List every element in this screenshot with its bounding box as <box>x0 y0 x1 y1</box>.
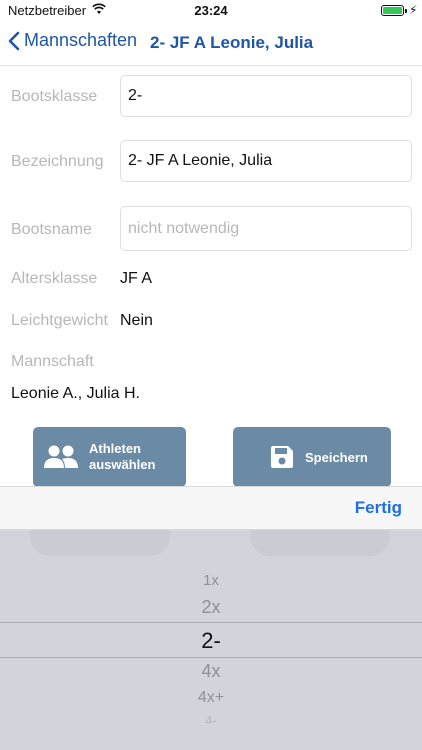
page-title: 2- JF A Leonie, Julia <box>150 33 314 52</box>
bootsklasse-field[interactable]: 2- <box>120 75 412 117</box>
picker-option[interactable]: 4x <box>0 661 422 682</box>
leichtgewicht-value: Nein <box>120 312 153 329</box>
back-button[interactable]: Mannschaften <box>8 30 137 51</box>
mannschaft-value: Leonie A., Julia H. <box>11 385 140 402</box>
bezeichnung-field[interactable]: 2- JF A Leonie, Julia <box>120 140 412 182</box>
charging-bolt-icon: ⚡ <box>409 3 418 17</box>
altersklasse-value: JF A <box>120 270 153 287</box>
picker-blur-shape <box>250 530 390 556</box>
picker-option[interactable]: 4x+ <box>0 689 422 707</box>
picker-blur-shape <box>30 530 170 556</box>
boat-class-picker[interactable]: 1x 2x 2- 4x 4x+ 4- <box>0 530 422 750</box>
clock: 23:24 <box>194 3 228 18</box>
bezeichnung-value: 2- JF A Leonie, Julia <box>128 152 273 169</box>
picker-option[interactable]: 2x <box>0 597 422 618</box>
save-label: Speichern <box>305 449 368 465</box>
navigation-bar: Mannschaften 2- JF A Leonie, Julia <box>0 22 422 66</box>
picker-option-selected[interactable]: 2- <box>0 628 422 654</box>
leichtgewicht-label: Leichtgewicht <box>11 312 108 329</box>
altersklasse-label: Altersklasse <box>11 270 98 287</box>
people-icon <box>44 445 78 468</box>
picker-option[interactable]: 4- <box>0 713 422 723</box>
bootsname-label: Bootsname <box>11 221 92 238</box>
chevron-left-icon <box>8 31 20 50</box>
select-athletes-button[interactable]: Athleten auswählen <box>33 427 186 487</box>
status-bar: Netzbetreiber 23:24 ⚡ <box>0 0 422 22</box>
picker-toolbar: Fertig <box>0 486 422 530</box>
save-button[interactable]: Speichern <box>233 427 391 487</box>
bootsklasse-value: 2- <box>128 87 143 104</box>
floppy-disk-icon <box>271 446 293 468</box>
select-athletes-label-line1: Athleten <box>89 441 141 456</box>
bootsklasse-label: Bootsklasse <box>11 88 98 105</box>
picker-option[interactable]: 1x <box>0 572 422 589</box>
bezeichnung-label: Bezeichnung <box>11 153 104 170</box>
battery-icon <box>381 5 407 16</box>
done-button[interactable]: Fertig <box>355 498 402 518</box>
bootsname-field[interactable]: nicht notwendig <box>120 206 412 251</box>
select-athletes-label-line2: auswählen <box>89 457 156 472</box>
back-label: Mannschaften <box>24 30 138 50</box>
bootsname-placeholder: nicht notwendig <box>128 219 240 237</box>
mannschaft-label: Mannschaft <box>11 353 94 370</box>
